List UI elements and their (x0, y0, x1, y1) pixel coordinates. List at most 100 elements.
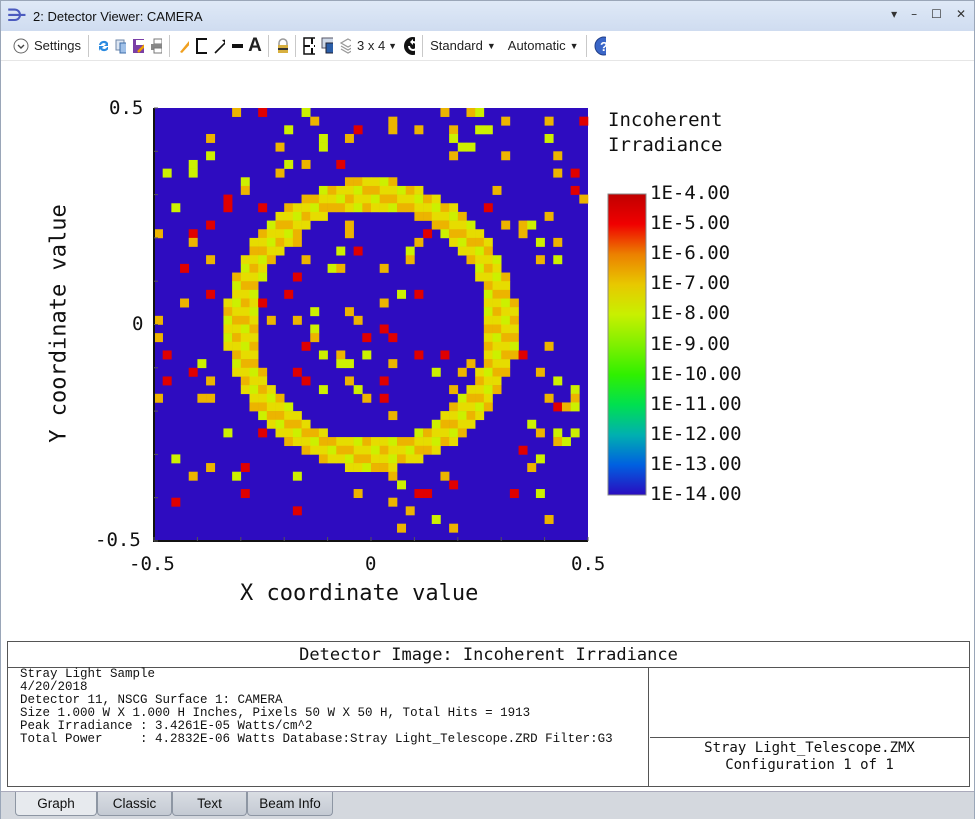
toolbar-separator (294, 34, 296, 57)
heatmap-cell (492, 385, 502, 395)
heatmap-cell (232, 315, 242, 325)
heatmap-cell (301, 419, 311, 429)
heatmap-cell (388, 497, 398, 507)
heatmap-cell (501, 315, 511, 325)
heatmap-cell (336, 246, 346, 256)
heatmap-cell (284, 211, 294, 221)
tile-windows-icon[interactable] (318, 37, 336, 55)
rectangle-icon[interactable] (192, 37, 210, 55)
heatmap-cell (535, 428, 545, 438)
heatmap-cell (414, 203, 424, 213)
heatmap-cell (266, 393, 276, 403)
title-bar[interactable]: ⋺ 2: Detector Viewer: CAMERA ▾ – ☐ ✕ (1, 1, 974, 31)
heatmap-cell (527, 463, 537, 473)
colorbar-tick-label: 1E-11.00 (650, 392, 742, 415)
minimize-button[interactable]: – (911, 7, 917, 21)
heatmap-cell (240, 463, 250, 473)
close-button[interactable]: ✕ (956, 7, 966, 21)
heatmap-cell (483, 359, 493, 369)
heatmap-cell (258, 402, 268, 412)
heatmap-cell (483, 203, 493, 213)
heatmap-cell (362, 350, 372, 360)
print-icon[interactable] (147, 37, 165, 55)
arrow-icon[interactable] (210, 37, 228, 55)
help-icon[interactable]: ? (591, 36, 609, 55)
heatmap-cell (457, 419, 467, 429)
heatmap-cell (379, 185, 389, 195)
heatmap-cell (240, 324, 250, 334)
layout-dropdown[interactable]: 3 x 4 ▼ (354, 34, 400, 58)
heatmap-cell (414, 445, 424, 455)
heatmap-cell (266, 315, 276, 325)
heatmap-cell (431, 445, 441, 455)
heatmap-cell (449, 151, 459, 161)
heatmap-cell (249, 281, 259, 291)
text-icon[interactable]: A (246, 35, 264, 56)
window-menu-dropdown-icon[interactable]: ▾ (891, 7, 897, 21)
heatmap-cell (483, 376, 493, 386)
heatmap-cell (240, 489, 250, 498)
copy-icon[interactable] (111, 37, 129, 55)
refresh-icon[interactable] (93, 37, 111, 55)
heatmap-cell (492, 272, 502, 282)
y-tick-label: 0.5 (109, 97, 144, 119)
heatmap-cell (457, 229, 467, 239)
heatmap-cell (414, 489, 424, 498)
colorbar-tick-label: 1E-5.00 (650, 212, 731, 235)
heatmap-cell (240, 281, 250, 291)
heatmap-cell (397, 523, 407, 533)
heatmap-cell (440, 203, 450, 213)
heatmap-cell (371, 203, 380, 213)
heatmap-cell (388, 333, 398, 343)
rotate-icon[interactable] (400, 36, 418, 55)
heatmap-cell (232, 108, 242, 117)
heatmap-cell (483, 298, 493, 308)
tab-text[interactable]: Text (172, 792, 247, 816)
tab-beam-info[interactable]: Beam Info (247, 792, 333, 816)
configuration-label: Configuration 1 of 1 (725, 757, 894, 773)
toolbar-separator (422, 34, 424, 57)
pencil-icon[interactable] (174, 37, 192, 55)
heatmap-cell (344, 220, 354, 230)
heatmap-cell (353, 437, 363, 447)
maximize-button[interactable]: ☐ (931, 7, 942, 21)
automatic-dropdown[interactable]: Automatic ▼ (505, 34, 582, 58)
heatmap-cell (206, 376, 216, 386)
heatmap-cell (371, 437, 380, 447)
line-icon[interactable] (228, 37, 246, 55)
heatmap-cell (232, 341, 242, 351)
heatmap-cell (466, 229, 476, 239)
heatmap-cell (258, 393, 268, 403)
heatmap-cell (232, 289, 242, 299)
heatmap-cell (501, 289, 511, 299)
heatmap-cell (362, 445, 372, 455)
heatmap-cell (423, 203, 433, 213)
heatmap-cell (483, 333, 493, 343)
standard-dropdown[interactable]: Standard ▼ (427, 34, 499, 58)
tab-classic[interactable]: Classic (97, 792, 172, 816)
colorbar-tick-label: 1E-9.00 (650, 332, 731, 355)
heatmap-cell (466, 385, 476, 395)
settings-button[interactable]: Settings (9, 34, 84, 58)
heatmap-cell (501, 367, 511, 377)
layers-icon[interactable] (336, 37, 354, 55)
heatmap-cell (431, 194, 441, 204)
heatmap-cell (475, 385, 485, 395)
heatmap-cell (258, 272, 268, 282)
heatmap-cell (344, 203, 354, 213)
heatmap-cell (405, 203, 415, 213)
save-icon[interactable] (129, 37, 147, 55)
tab-graph[interactable]: Graph (15, 792, 97, 816)
heatmap-cell (440, 411, 450, 421)
window-grid-icon[interactable] (300, 36, 318, 55)
heatmap-cell (423, 229, 433, 239)
heatmap-cell (457, 428, 467, 438)
heatmap-cell (440, 419, 450, 429)
heatmap-cell (362, 203, 372, 213)
heatmap-cell (414, 211, 424, 221)
heatmap-cell (379, 298, 389, 308)
lock-icon[interactable] (273, 37, 291, 55)
heatmap-cell (258, 246, 268, 256)
heatmap-cell (414, 454, 424, 464)
y-tick-label: 0 (132, 313, 144, 335)
